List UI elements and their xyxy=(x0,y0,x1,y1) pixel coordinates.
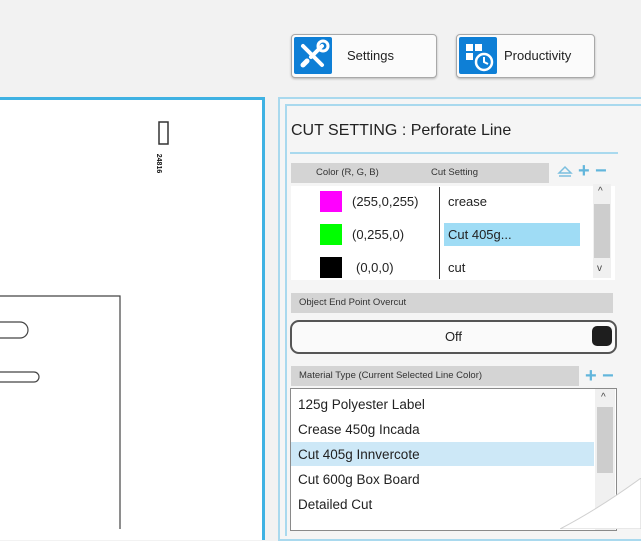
scroll-up-icon[interactable]: ^ xyxy=(601,393,606,403)
material-header: Material Type (Current Selected Line Col… xyxy=(291,366,579,386)
title-divider xyxy=(290,152,618,154)
overcut-header: Object End Point Overcut xyxy=(291,293,613,313)
productivity-label: Productivity xyxy=(504,48,572,63)
scroll-up-icon[interactable]: ^ xyxy=(598,187,603,197)
color-swatch xyxy=(320,257,342,278)
color-column-header: Color (R, G, B) xyxy=(316,167,379,178)
page-curl xyxy=(559,477,641,530)
rgb-value: (255,0,255) xyxy=(352,194,419,209)
cut-column-header: Cut Setting xyxy=(431,167,478,178)
material-item[interactable]: 125g Polyester Label xyxy=(298,397,425,412)
overcut-toggle[interactable]: Off xyxy=(290,320,617,354)
part-number-label: 24816 xyxy=(155,153,163,174)
cut-setting-value[interactable]: Cut 405g... xyxy=(448,227,512,242)
color-swatch xyxy=(320,191,342,212)
cut-setting-value[interactable]: cut xyxy=(448,260,465,275)
remove-color-icon[interactable]: − xyxy=(595,161,607,181)
material-item[interactable]: Cut 405g Innvercote xyxy=(298,447,420,462)
material-item[interactable]: Crease 450g Incada xyxy=(298,422,420,437)
column-divider xyxy=(439,187,440,279)
productivity-button[interactable]: Productivity xyxy=(456,34,595,78)
scrollbar-thumb[interactable] xyxy=(594,204,610,258)
color-table-header: Color (R, G, B) Cut Setting xyxy=(291,163,549,183)
rgb-value: (0,255,0) xyxy=(352,227,405,242)
toggle-knob[interactable] xyxy=(592,326,612,346)
add-material-icon[interactable]: + xyxy=(585,366,597,386)
tools-icon xyxy=(294,37,332,74)
color-swatch xyxy=(320,224,342,245)
overcut-value: Off xyxy=(444,329,463,344)
cut-setting-value[interactable]: crease xyxy=(448,194,487,209)
rgb-value: (0,0,0) xyxy=(356,260,394,275)
productivity-icon xyxy=(459,37,497,74)
material-item[interactable]: Detailed Cut xyxy=(298,497,372,512)
panel-title: CUT SETTING : Perforate Line xyxy=(291,122,512,139)
remove-material-icon[interactable]: − xyxy=(602,366,614,386)
material-item[interactable]: Cut 600g Box Board xyxy=(298,472,420,487)
settings-button[interactable]: Settings xyxy=(291,34,437,78)
collapse-icon[interactable] xyxy=(556,162,574,180)
dieline-drawing xyxy=(0,121,169,529)
scroll-down-icon[interactable]: v xyxy=(597,264,602,274)
scrollbar-thumb[interactable] xyxy=(597,407,613,473)
settings-label: Settings xyxy=(347,48,394,63)
add-color-icon[interactable]: + xyxy=(578,161,590,181)
